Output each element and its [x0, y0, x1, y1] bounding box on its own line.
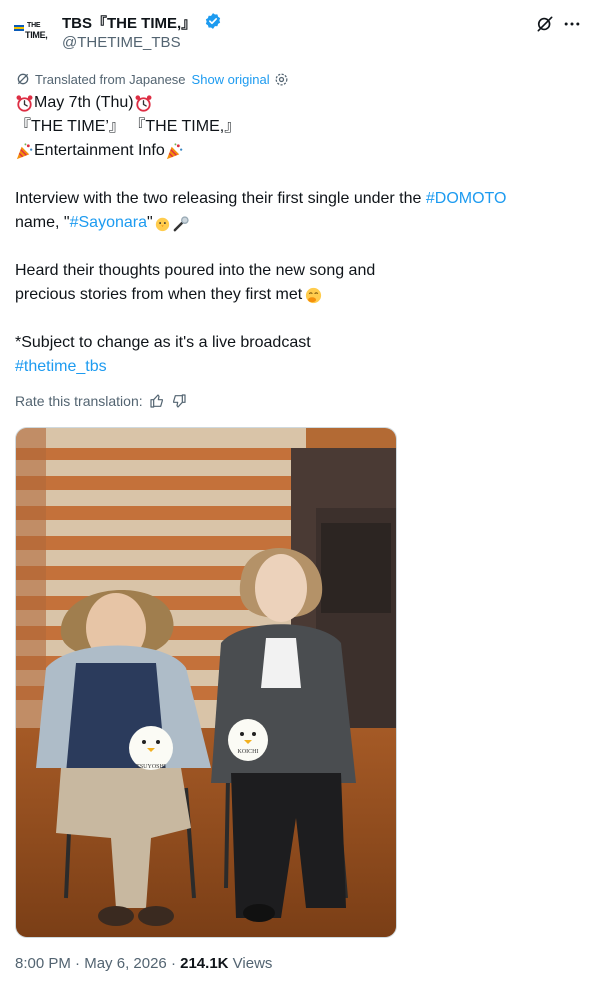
meta-separator: · [166, 955, 181, 972]
verified-badge-icon [205, 13, 221, 29]
tweet-time[interactable]: 8:00 PM [15, 955, 71, 972]
tweet-meta: 8:00 PM · May 6, 2026 · 214.1K Views [15, 955, 272, 972]
alarm-clock-emoji [16, 94, 33, 112]
tweet-category-text: Entertainment Info [34, 142, 165, 159]
tweet-text-segment: precious stories from when they first me… [15, 286, 303, 303]
chick-emoji [155, 217, 169, 231]
tweet-line-category: Entertainment Info [15, 139, 580, 163]
tweet-text: May 7th (Thu) 『THE TIME’』 『THE TIME,』 En… [15, 91, 580, 379]
hashtag-thetime-tbs-link[interactable]: #thetime_tbs [15, 355, 107, 379]
tweet-date-text: May 7th (Thu) [34, 94, 134, 111]
display-name[interactable]: TBS『THE TIME,』 [62, 12, 196, 33]
tweet-text-segment: name, " [15, 214, 70, 231]
translate-icon [17, 73, 29, 85]
thumbs-up-icon[interactable] [149, 393, 165, 409]
tweet-line-date: May 7th (Thu) [15, 91, 580, 115]
rate-translation-label: Rate this translation: [15, 393, 143, 409]
meta-separator: · [70, 955, 85, 972]
alarm-clock-emoji [135, 94, 152, 112]
tweet-date[interactable]: May 6, 2026 [84, 955, 167, 972]
grok-icon[interactable] [535, 14, 555, 34]
rate-translation: Rate this translation: [15, 393, 187, 409]
hashtag-sayonara-link[interactable]: #Sayonara [70, 211, 147, 235]
logo-text-top: THE [27, 22, 41, 29]
more-icon[interactable] [562, 14, 582, 34]
party-popper-emoji [16, 142, 33, 159]
tweet-photo[interactable]: TSUYOSHI KOICHI [15, 427, 397, 938]
party-popper-emoji [166, 142, 183, 159]
tweet-line-stories: precious stories from when they first me… [15, 283, 580, 307]
account-handle[interactable]: @THETIME_TBS [62, 34, 181, 51]
tweet-line-program: 『THE TIME’』 『THE TIME,』 [15, 118, 241, 135]
logo-flag-icon [14, 25, 24, 31]
tweet-text-segment: Interview with the two releasing their f… [15, 190, 426, 207]
tweet-line-interview: Interview with the two releasing their f… [15, 187, 580, 211]
hashtag-domoto-link[interactable]: #DOMOTO [426, 187, 507, 211]
show-original-link[interactable]: Show original [192, 72, 270, 87]
account-avatar-logo[interactable]: THE TIME, [14, 22, 54, 42]
thumbs-down-icon[interactable] [171, 393, 187, 409]
tweet-line-hashtag: #thetime_tbs [15, 355, 580, 379]
studio-photo-illustration: TSUYOSHI KOICHI [16, 428, 396, 937]
tweet-line-single: name, " #Sayonara " [15, 211, 580, 235]
plush-left-label: TSUYOSHI [136, 764, 166, 770]
logo-text-bottom: TIME, [25, 30, 48, 40]
plush-right: KOICHI [228, 719, 268, 761]
tweet-line-thoughts: Heard their thoughts poured into the new… [15, 262, 376, 279]
microphone-emoji [173, 215, 189, 231]
plush-left: TSUYOSHI [129, 726, 173, 770]
translated-label: Translated from Japanese [35, 71, 186, 87]
hand-over-mouth-emoji [306, 287, 322, 303]
gear-icon[interactable] [274, 72, 289, 87]
views-label: Views [228, 955, 273, 972]
plush-right-label: KOICHI [238, 749, 259, 755]
views-count: 214.1K [180, 955, 229, 972]
tweet-header: THE TIME, TBS『THE TIME,』 @THETIME_TBS [0, 0, 596, 64]
translation-notice: Translated from Japanese Show original [15, 71, 289, 87]
tweet-line-disclaimer: *Subject to change as it's a live broadc… [15, 334, 311, 351]
